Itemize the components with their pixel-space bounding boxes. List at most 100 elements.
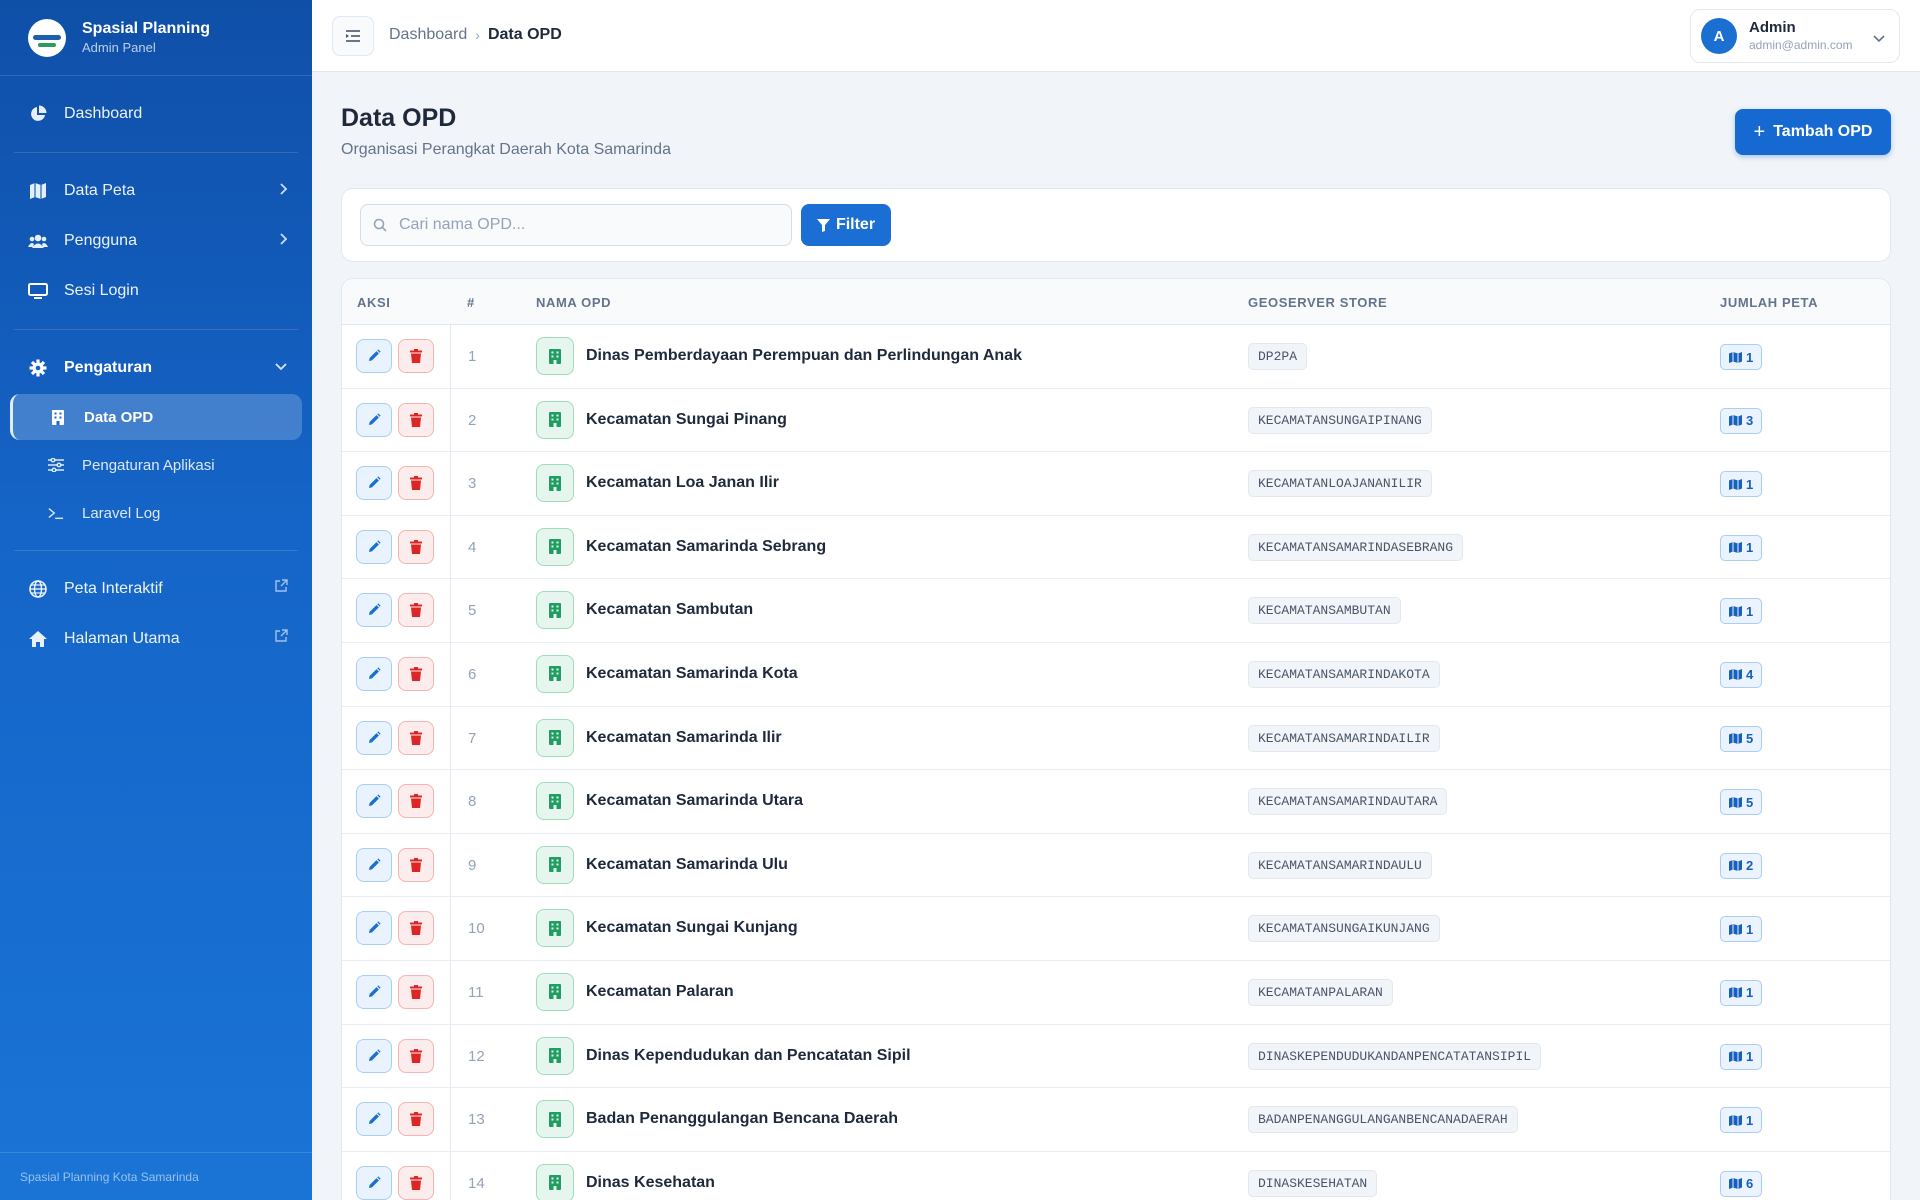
sidebar-item-sesi-login[interactable]: Sesi Login	[10, 267, 302, 315]
map-count-badge: 4	[1720, 661, 1763, 688]
edit-button[interactable]	[356, 529, 392, 564]
map-count-badge: 6	[1720, 1170, 1763, 1197]
row-number: 9	[468, 856, 477, 874]
filter-icon	[816, 218, 830, 232]
breadcrumb-dashboard[interactable]: Dashboard	[389, 26, 467, 44]
delete-button[interactable]	[398, 847, 434, 882]
header-geoserver-store[interactable]: GEOSERVER STORE	[1248, 295, 1387, 310]
edit-button[interactable]	[356, 402, 392, 437]
delete-button[interactable]	[398, 974, 434, 1009]
pencil-icon	[369, 730, 381, 743]
opd-name: Kecamatan Loa Janan Ilir	[586, 474, 779, 492]
search-box[interactable]	[360, 204, 792, 246]
sidebar-item-label: Pengaturan	[64, 359, 153, 376]
filter-button[interactable]: Filter	[801, 204, 891, 246]
pencil-icon	[369, 349, 381, 361]
delete-button[interactable]	[398, 911, 434, 946]
header-nama-opd[interactable]: NAMA OPD	[536, 295, 611, 310]
edit-button[interactable]	[356, 911, 392, 946]
table-row: 13 Badan Penanggulangan Bencana Daerah B…	[342, 1088, 1890, 1152]
delete-button[interactable]	[398, 1038, 434, 1073]
sidebar-item-pengguna[interactable]: Pengguna	[10, 217, 302, 265]
chevron-down-icon	[274, 359, 288, 377]
sidebar-item-pengaturan[interactable]: Pengaturan	[10, 344, 302, 392]
building-icon	[536, 337, 574, 375]
delete-button[interactable]	[398, 466, 434, 501]
logo-icon	[28, 18, 66, 57]
edit-button[interactable]	[356, 466, 392, 501]
chevron-down-icon	[1873, 30, 1885, 48]
map-count: 1	[1746, 1112, 1754, 1128]
chevron-right-icon	[278, 232, 288, 251]
map-count: 1	[1746, 921, 1754, 937]
row-number: 2	[468, 411, 477, 429]
delete-button[interactable]	[398, 1102, 434, 1137]
edit-button[interactable]	[356, 847, 392, 882]
trash-icon	[410, 1112, 422, 1127]
delete-button[interactable]	[398, 529, 434, 564]
page-title: Data OPD	[341, 104, 457, 132]
map-count-badge: 1	[1720, 1107, 1763, 1134]
edit-button[interactable]	[356, 784, 392, 819]
delete-button[interactable]	[398, 339, 434, 373]
edit-button[interactable]	[356, 656, 392, 691]
map-icon	[1729, 860, 1742, 872]
table-row: 6 Kecamatan Samarinda Kota KECAMATANSAMA…	[342, 643, 1890, 707]
sidebar-item-dashboard[interactable]: Dashboard	[10, 90, 302, 138]
opd-name: Kecamatan Samarinda Kota	[586, 664, 798, 682]
filter-card: Filter	[341, 188, 1891, 262]
delete-button[interactable]	[398, 720, 434, 755]
building-icon	[536, 1036, 574, 1075]
map-icon	[1729, 1051, 1742, 1063]
sidebar-subitem-data-opd[interactable]: Data OPD	[10, 394, 302, 440]
table-row: 3 Kecamatan Loa Janan Ilir KECAMATANLOAJ…	[342, 452, 1890, 516]
map-icon	[1729, 542, 1742, 554]
add-opd-button[interactable]: + Tambah OPD	[1735, 109, 1891, 155]
sidebar-item-label: Peta Interaktif	[64, 580, 163, 597]
row-number: 12	[468, 1047, 485, 1065]
table-row: 7 Kecamatan Samarinda Ilir KECAMATANSAMA…	[342, 707, 1890, 771]
delete-button[interactable]	[398, 593, 434, 628]
delete-button[interactable]	[398, 656, 434, 691]
sidebar-subitem-label: Data OPD	[84, 408, 154, 426]
pencil-icon	[369, 858, 381, 870]
sidebar-link-halaman-utama[interactable]: Halaman Utama	[10, 615, 302, 663]
opd-name: Dinas Kependudukan dan Pencatatan Sipil	[586, 1046, 911, 1064]
map-count: 5	[1746, 731, 1754, 747]
sidebar-subitem-label: Pengaturan Aplikasi	[82, 456, 215, 474]
delete-button[interactable]	[398, 402, 434, 437]
edit-button[interactable]	[356, 720, 392, 755]
brand[interactable]: Spasial Planning Admin Panel	[0, 0, 312, 76]
sidebar-subitem-laravel-log[interactable]: Laravel Log	[10, 490, 302, 536]
edit-button[interactable]	[356, 1165, 392, 1200]
sidebar-toggle-button[interactable]	[332, 16, 374, 56]
edit-button[interactable]	[356, 974, 392, 1009]
edit-button[interactable]	[356, 1102, 392, 1137]
table-row: 1 Dinas Pemberdayaan Perempuan dan Perli…	[342, 325, 1890, 389]
header-jumlah-peta[interactable]: JUMLAH PETA	[1720, 295, 1818, 310]
delete-button[interactable]	[398, 1165, 434, 1200]
opd-name: Kecamatan Samarinda Ulu	[586, 855, 788, 873]
header-aksi: AKSI	[357, 295, 391, 310]
sidebar: Spasial Planning Admin Panel Dashboard D…	[0, 0, 312, 1200]
edit-button[interactable]	[356, 593, 392, 628]
row-number: 8	[468, 793, 477, 811]
map-count: 1	[1746, 603, 1754, 619]
sidebar-item-label: Dashboard	[64, 105, 143, 122]
sidebar-subitem-pengaturan-aplikasi[interactable]: Pengaturan Aplikasi	[10, 442, 302, 488]
map-icon	[1729, 923, 1742, 935]
user-menu[interactable]: A Admin admin@admin.com	[1690, 9, 1900, 63]
map-count-badge: 1	[1720, 916, 1763, 943]
sidebar-item-data-peta[interactable]: Data Peta	[10, 167, 302, 215]
delete-button[interactable]	[398, 784, 434, 819]
search-input[interactable]	[399, 216, 779, 234]
edit-button[interactable]	[356, 339, 392, 373]
table-row: 11 Kecamatan Palaran KECAMATANPALARAN 1	[342, 961, 1890, 1025]
external-link-icon	[274, 579, 288, 598]
edit-button[interactable]	[356, 1038, 392, 1073]
pencil-icon	[369, 985, 381, 997]
building-icon	[536, 1100, 574, 1139]
map-count-badge: 5	[1720, 725, 1763, 752]
geoserver-store-badge: KECAMATANLOAJANANILIR	[1248, 470, 1432, 498]
sidebar-link-peta-interaktif[interactable]: Peta Interaktif	[10, 565, 302, 613]
